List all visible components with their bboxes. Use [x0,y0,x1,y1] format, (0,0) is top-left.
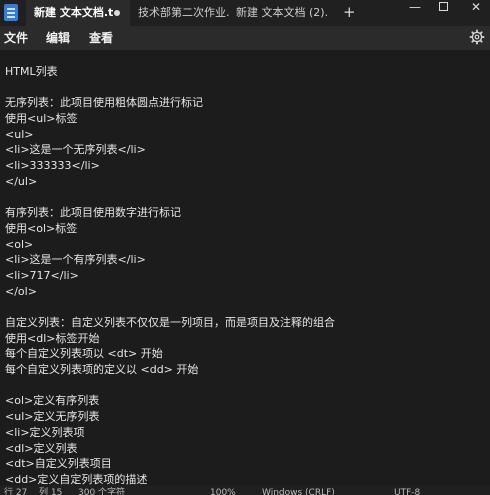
maximize-button[interactable] [430,0,456,20]
status-char-count: 300 个字符 [78,488,126,495]
new-tab-button[interactable]: + [343,3,356,21]
text-line: <li>333333</li> [5,159,100,173]
text-line [5,378,485,394]
text-line: <dt>自定义列表项目 [5,457,112,471]
minimize-button[interactable]: — [402,0,428,20]
text-line: <ul>定义无序列表 [5,410,100,424]
status-line-ending[interactable]: Windows (CRLF) [262,486,335,495]
text-line: </ul> [5,174,38,188]
text-line: 自定义列表：自定义列表不仅仅是一列项目，而是项目及注释的组合 [5,316,335,329]
maximize-icon [438,2,448,11]
text-line: <ul> [5,127,34,141]
text-line: <li>717</li> [5,268,79,282]
text-line: 使用<ol>标签 [5,221,78,235]
menu-view[interactable]: 查看 [89,26,113,50]
menu-bar: 文件 编辑 查看 [0,26,490,50]
gear-icon[interactable] [469,29,485,45]
text-line: <ol>定义有序列表 [5,394,100,408]
tab-homework[interactable]: 技术部第二次作业.htn [134,0,230,26]
text-line: <dl>定义列表 [5,441,78,455]
tab-label: 技术部第二次作业.htn [138,6,230,19]
status-encoding[interactable]: UTF-8 [394,486,420,495]
status-bar: 行 27 列 15 300 个字符 100% Windows (CRLF) UT… [0,485,490,495]
tab-label: 新建 文本文档 (2).txt [236,6,328,19]
text-line: <dd>定义自定列表项的描述 [5,472,148,485]
text-line: <li>定义列表项 [5,425,85,439]
text-line: 有序列表：此项目使用数字进行标记 [5,206,181,220]
text-line: 使用<ul>标签 [5,112,78,126]
tab-label: 新建 文本文档.t [34,6,114,19]
status-row: 行 27 [4,488,28,495]
tab-new-document-2[interactable]: 新建 文本文档 (2).txt [236,0,328,26]
text-line: 每个自定义列表项的定义以 <dd> 开始 [5,363,199,377]
text-line: <li>这是一个有序列表</li> [5,253,146,267]
text-line: <ol> [5,237,34,251]
editor-content: HTML列表无序列表：此项目使用粗体圆点进行标记 使用<ul>标签 <ul> <li>… [5,64,485,485]
status-zoom[interactable]: 100% [210,486,236,495]
text-line: 无序列表：此项目使用粗体圆点进行标记 [5,96,203,110]
title-bar: 新建 文本文档.t 技术部第二次作业.htn 新建 文本文档 (2).txt +… [0,0,490,26]
text-line: </ol> [5,284,37,298]
status-column: 列 15 [39,488,63,495]
tab-active[interactable]: 新建 文本文档.t [26,0,130,26]
text-editor[interactable]: HTML列表无序列表：此项目使用粗体圆点进行标记 使用<ul>标签 <ul> <li>… [0,50,490,485]
close-button[interactable]: ✕ [463,0,489,20]
text-line [5,190,485,206]
text-line: 使用<dl>标签开始 [5,331,100,345]
text-line [5,80,485,96]
menu-edit[interactable]: 编辑 [46,26,70,50]
text-line [5,299,485,315]
text-line: HTML列表 [5,65,58,78]
unsaved-dot-icon [114,10,120,16]
text-line: 每个自定义列表项以 <dt> 开始 [5,347,163,361]
text-line: <li>这是一个无序列表</li> [5,143,146,157]
notepad-icon [4,4,18,21]
menu-file[interactable]: 文件 [4,26,28,50]
